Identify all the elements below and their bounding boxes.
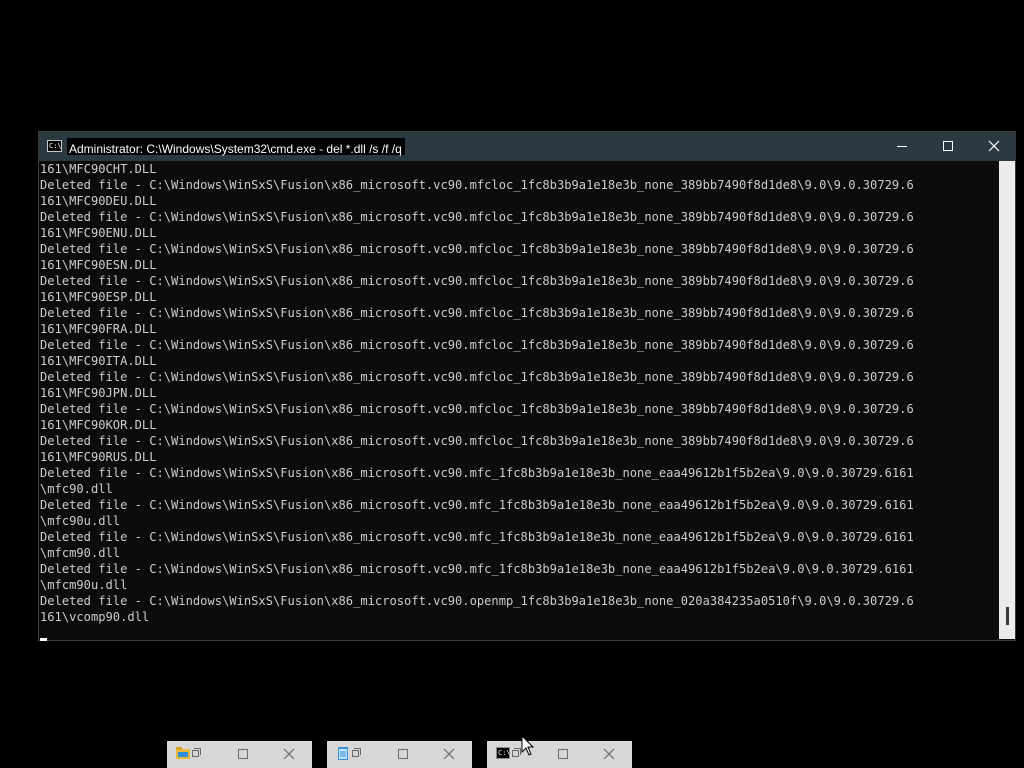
minimize-icon [897,146,907,147]
text-cursor [40,638,47,641]
cmd-icon: C:\ [496,747,510,759]
console-line: 161\MFC90RUS.DLL [40,450,157,464]
console-line: 161\MFC90KOR.DLL [40,418,157,432]
console-line: 161\MFC90CHT.DLL [40,162,157,176]
console-line: 161\MFC90ENU.DLL [40,226,157,240]
restore-icon[interactable] [512,748,521,757]
cmd-window[interactable]: C:\ Administrator: C:\Windows\System32\c… [38,131,1016,641]
maximize-icon[interactable] [398,749,408,759]
console-line: 161\MFC90ESP.DLL [40,290,157,304]
console-line: Deleted file - C:\Windows\WinSxS\Fusion\… [40,178,914,192]
maximize-icon [943,141,953,151]
console-line: 161\MFC90FRA.DLL [40,322,157,336]
console-line: Deleted file - C:\Windows\WinSxS\Fusion\… [40,242,914,256]
console-line: Deleted file - C:\Windows\WinSxS\Fusion\… [40,434,914,448]
console-line: Deleted file - C:\Windows\WinSxS\Fusion\… [40,498,914,512]
close-icon [988,140,1000,152]
console-line: 161\vcomp90.dll [40,610,150,624]
close-icon[interactable] [443,748,455,760]
close-button[interactable] [971,132,1017,161]
restore-icon[interactable] [192,748,201,757]
title-bar[interactable]: C:\ Administrator: C:\Windows\System32\c… [39,132,1015,161]
taskbar-thumbnail-notepad[interactable] [327,741,472,768]
close-icon[interactable] [603,748,615,760]
window-title: Administrator: C:\Windows\System32\cmd.e… [69,142,402,156]
notepad-icon [338,747,348,760]
console-line: Deleted file - C:\Windows\WinSxS\Fusion\… [40,274,914,288]
maximize-button[interactable] [925,132,971,161]
minimize-button[interactable] [879,132,925,161]
vertical-scrollbar[interactable] [999,161,1015,639]
console-line: Deleted file - C:\Windows\WinSxS\Fusion\… [40,530,914,544]
console-line: Deleted file - C:\Windows\WinSxS\Fusion\… [40,210,914,224]
taskbar-thumbnail-explorer[interactable] [167,741,312,768]
window-title-highlight: Administrator: C:\Windows\System32\cmd.e… [67,138,405,156]
console-line: 161\MFC90ITA.DLL [40,354,157,368]
console-line: 161\MFC90JPN.DLL [40,386,157,400]
console-line: Deleted file - C:\Windows\WinSxS\Fusion\… [40,466,914,480]
console-output[interactable]: 161\MFC90CHT.DLL Deleted file - C:\Window… [39,161,1001,639]
file-explorer-icon [176,747,190,759]
desktop: C:\ Administrator: C:\Windows\System32\c… [0,0,1024,768]
console-line: Deleted file - C:\Windows\WinSxS\Fusion\… [40,338,914,352]
mouse-pointer-icon [521,735,535,756]
console-line: Deleted file - C:\Windows\WinSxS\Fusion\… [40,402,914,416]
taskbar-thumbnail-cmd[interactable]: C:\ [487,741,632,768]
console-line: 161\MFC90ESN.DLL [40,258,157,272]
maximize-icon[interactable] [238,749,248,759]
maximize-icon[interactable] [558,749,568,759]
console-line: \mfc90.dll [40,482,113,496]
cmd-icon: C:\ [47,140,62,152]
console-line: Deleted file - C:\Windows\WinSxS\Fusion\… [40,306,914,320]
restore-icon[interactable] [352,748,361,757]
console-line: Deleted file - C:\Windows\WinSxS\Fusion\… [40,594,914,608]
console-line: Deleted file - C:\Windows\WinSxS\Fusion\… [40,562,914,576]
console-line: Deleted file - C:\Windows\WinSxS\Fusion\… [40,370,914,384]
console-line: \mfc90u.dll [40,514,121,528]
scrollbar-thumb[interactable] [1006,607,1009,625]
close-icon[interactable] [283,748,295,760]
console-line: 161\MFC90DEU.DLL [40,194,157,208]
console-line: \mfcm90u.dll [40,578,128,592]
console-line: \mfcm90.dll [40,546,121,560]
